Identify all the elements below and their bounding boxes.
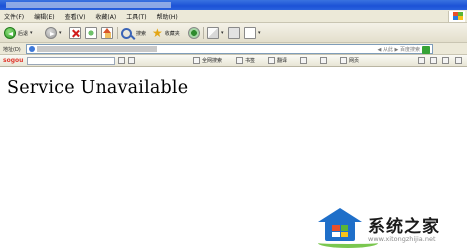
toolbar-separator xyxy=(203,27,204,39)
toolbar-extra-icon-1[interactable] xyxy=(418,57,425,64)
sogou-search-input[interactable] xyxy=(27,57,115,65)
toolbar-extra-icon-3[interactable] xyxy=(442,57,449,64)
standard-toolbar: 后退 ▾ ▾ 搜索 ★ 收藏夹 ▾ ▾ xyxy=(0,23,467,43)
watermark-url: www.xitongzhijia.net xyxy=(368,235,436,243)
stop-button[interactable] xyxy=(69,26,81,40)
links-item-label: 书签 xyxy=(245,58,256,64)
forward-button[interactable]: ▾ xyxy=(45,26,62,40)
print-icon xyxy=(228,27,240,39)
address-label: 地址(D) xyxy=(3,47,21,53)
favorites-star-icon: ★ xyxy=(152,26,163,40)
edit-button[interactable]: ▾ xyxy=(244,26,261,40)
home-icon xyxy=(101,27,113,39)
links-item-bookmarks[interactable]: 书签 xyxy=(236,57,255,64)
title-bar xyxy=(0,0,467,10)
address-url-redacted xyxy=(37,46,157,52)
back-arrow-icon xyxy=(4,27,16,39)
web-search-icon xyxy=(193,57,200,64)
menu-help[interactable]: 帮助(H) xyxy=(157,12,178,21)
back-button[interactable]: 后退 ▾ xyxy=(4,26,33,40)
go-icon[interactable] xyxy=(422,46,430,54)
menu-bar: 文件(F) 编辑(E) 查看(V) 收藏(A) 工具(T) 帮助(H) xyxy=(0,10,467,23)
media-icon xyxy=(188,27,200,39)
sogou-search-icon[interactable] xyxy=(118,57,125,64)
toolbar-globe-icon[interactable] xyxy=(300,57,307,64)
mail-dropdown-icon[interactable]: ▾ xyxy=(221,30,224,36)
watermark-name: 系统之家 xyxy=(368,217,440,237)
error-message: Service Unavailable xyxy=(7,78,189,98)
back-label: 后退 xyxy=(18,30,29,37)
menu-file[interactable]: 文件(F) xyxy=(4,12,24,21)
links-item-webpage[interactable]: 网页 xyxy=(340,57,359,64)
address-bar: 地址(D) ◀ 从此 ▶ 百度搜索 xyxy=(0,43,467,55)
links-item-translate[interactable]: 翻译 xyxy=(268,57,287,64)
edit-page-icon xyxy=(244,27,256,39)
webpage-icon xyxy=(340,57,347,64)
toolbar-extra-icon-4[interactable] xyxy=(455,57,462,64)
menu-edit[interactable]: 编辑(E) xyxy=(34,12,54,21)
sogou-option-icon[interactable] xyxy=(128,57,135,64)
search-icon xyxy=(121,27,132,39)
menu-favorites[interactable]: 收藏(A) xyxy=(95,12,116,21)
sogou-logo-text: sogou xyxy=(3,57,24,64)
links-item-web-search[interactable]: 全网搜索 xyxy=(193,57,222,64)
translate-icon xyxy=(268,57,275,64)
menu-tools[interactable]: 工具(T) xyxy=(126,12,146,21)
mail-icon xyxy=(207,27,219,39)
window-title-redacted xyxy=(6,2,171,8)
links-item-label: 全网搜索 xyxy=(202,58,223,64)
page-icon xyxy=(29,46,35,52)
favorites-button[interactable]: ★ 收藏夹 xyxy=(152,26,180,40)
back-dropdown-icon[interactable]: ▾ xyxy=(30,30,33,36)
refresh-icon xyxy=(85,27,97,39)
search-button[interactable]: 搜索 xyxy=(121,26,146,40)
watermark-logo: 系统之家 www.xitongzhijia.net xyxy=(300,196,467,252)
home-button[interactable] xyxy=(101,26,113,40)
links-item-label: 网页 xyxy=(349,58,360,64)
toolbar-star-icon[interactable] xyxy=(320,57,327,64)
edit-dropdown-icon[interactable]: ▾ xyxy=(258,30,261,36)
forward-dropdown-icon[interactable]: ▾ xyxy=(59,30,62,36)
print-button[interactable] xyxy=(228,26,240,40)
address-search-hint[interactable]: ◀ 从此 ▶ 百度搜索 xyxy=(378,46,420,53)
media-button[interactable] xyxy=(188,26,200,40)
house-logo-icon xyxy=(318,208,378,248)
windows-logo-icon xyxy=(448,11,465,22)
favorites-label: 收藏夹 xyxy=(164,30,180,37)
address-input[interactable]: ◀ 从此 ▶ 百度搜索 xyxy=(26,44,433,54)
forward-arrow-icon xyxy=(45,27,57,39)
stop-icon xyxy=(69,27,81,39)
menu-view[interactable]: 查看(V) xyxy=(65,12,86,21)
sogou-toolbar: sogou 全网搜索 书签 翻译 网页 xyxy=(0,55,467,67)
toolbar-separator xyxy=(117,27,118,39)
search-label: 搜索 xyxy=(136,30,147,37)
sogou-logo: sogou xyxy=(3,57,23,64)
toolbar-extra-icon-2[interactable] xyxy=(430,57,437,64)
mail-button[interactable]: ▾ xyxy=(207,26,224,40)
links-item-label: 翻译 xyxy=(277,58,288,64)
bookmarks-icon xyxy=(236,57,243,64)
refresh-button[interactable] xyxy=(85,26,97,40)
